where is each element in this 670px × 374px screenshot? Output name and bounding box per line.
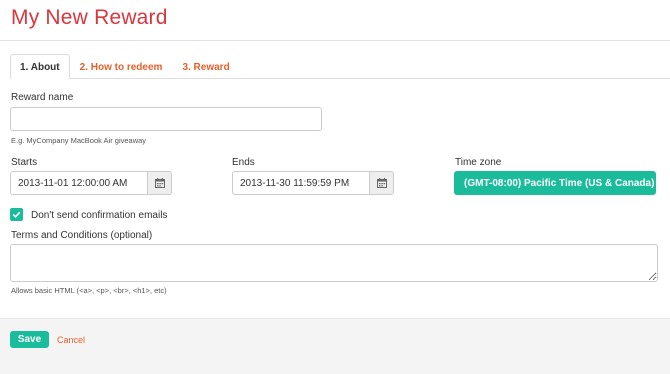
page-title: My New Reward: [11, 6, 168, 29]
starts-input[interactable]: [10, 171, 147, 195]
starts-date-group: [10, 171, 172, 195]
save-button[interactable]: Save: [10, 331, 49, 348]
tab-how-to-redeem[interactable]: 2. How to redeem: [70, 54, 173, 79]
check-icon: [12, 211, 21, 218]
no-confirmation-checkbox[interactable]: [10, 208, 23, 221]
timezone-label: Time zone: [455, 157, 502, 168]
tab-about[interactable]: 1. About: [10, 54, 70, 79]
ends-calendar-button[interactable]: [369, 171, 394, 195]
terms-help: Allows basic HTML (<a>, <p>, <br>, <h1>,…: [11, 286, 167, 295]
calendar-icon: [376, 178, 387, 188]
terms-textarea[interactable]: [10, 244, 658, 282]
ends-date-group: [232, 171, 394, 195]
starts-label: Starts: [11, 157, 38, 168]
tabs-divider: [10, 78, 670, 79]
reward-name-label: Reward name: [11, 92, 74, 103]
reward-name-help: E.g. MyCompany MacBook Air giveaway: [11, 136, 147, 145]
cancel-link[interactable]: Cancel: [57, 335, 85, 345]
ends-input[interactable]: [232, 171, 369, 195]
reward-name-input[interactable]: [10, 107, 322, 131]
form-footer: [0, 318, 670, 374]
header-divider: [0, 40, 670, 41]
terms-label: Terms and Conditions (optional): [11, 230, 153, 241]
tab-reward[interactable]: 3. Reward: [172, 54, 239, 79]
starts-calendar-button[interactable]: [147, 171, 172, 195]
tab-bar: 1. About 2. How to redeem 3. Reward: [10, 54, 240, 79]
ends-label: Ends: [232, 157, 255, 168]
no-confirmation-label: Don't send confirmation emails: [31, 210, 168, 221]
calendar-icon: [154, 178, 165, 188]
timezone-select[interactable]: (GMT-08:00) Pacific Time (US & Canada): [454, 171, 656, 195]
